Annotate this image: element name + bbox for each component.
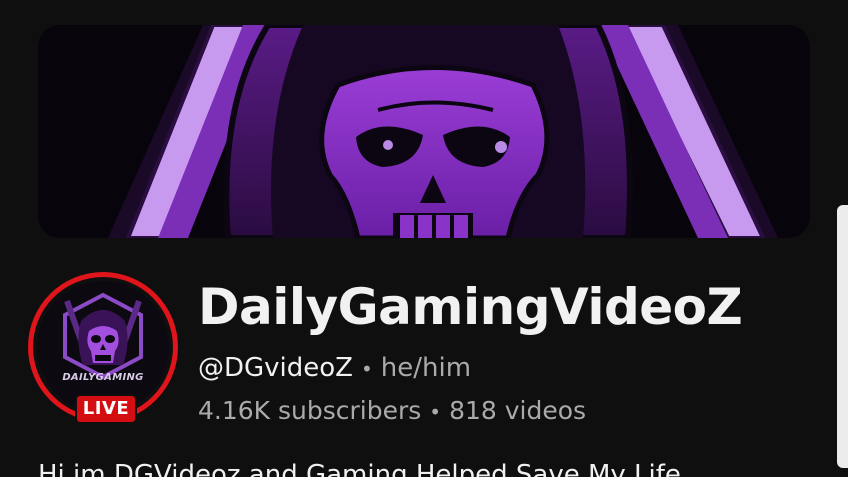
video-count: 818 videos <box>449 396 587 425</box>
stats-row: 4.16K subscribers • 818 videos <box>198 396 586 425</box>
channel-description[interactable]: Hi im DGVideoz and Gaming Helped Save My… <box>38 460 681 477</box>
subscriber-count: 4.16K subscribers <box>198 396 422 425</box>
avatar-brand-text: DAILYGAMING <box>62 372 144 383</box>
scrollbar[interactable] <box>837 205 848 468</box>
banner-reaper-art <box>38 25 810 238</box>
channel-page: DAILYGAMING LIVE DailyGamingVideoZ @DGvi… <box>0 0 848 477</box>
channel-pronouns: he/him <box>380 353 472 383</box>
channel-handle[interactable]: @DGvideoZ <box>198 353 353 383</box>
handle-row: @DGvideoZ • he/him <box>198 353 471 383</box>
channel-name: DailyGamingVideoZ <box>198 278 743 336</box>
channel-banner[interactable] <box>38 25 810 238</box>
separator-dot: • <box>429 400 442 424</box>
channel-avatar[interactable]: DAILYGAMING LIVE <box>28 272 178 424</box>
separator-dot: • <box>361 357 373 381</box>
live-badge[interactable]: LIVE <box>75 394 137 424</box>
